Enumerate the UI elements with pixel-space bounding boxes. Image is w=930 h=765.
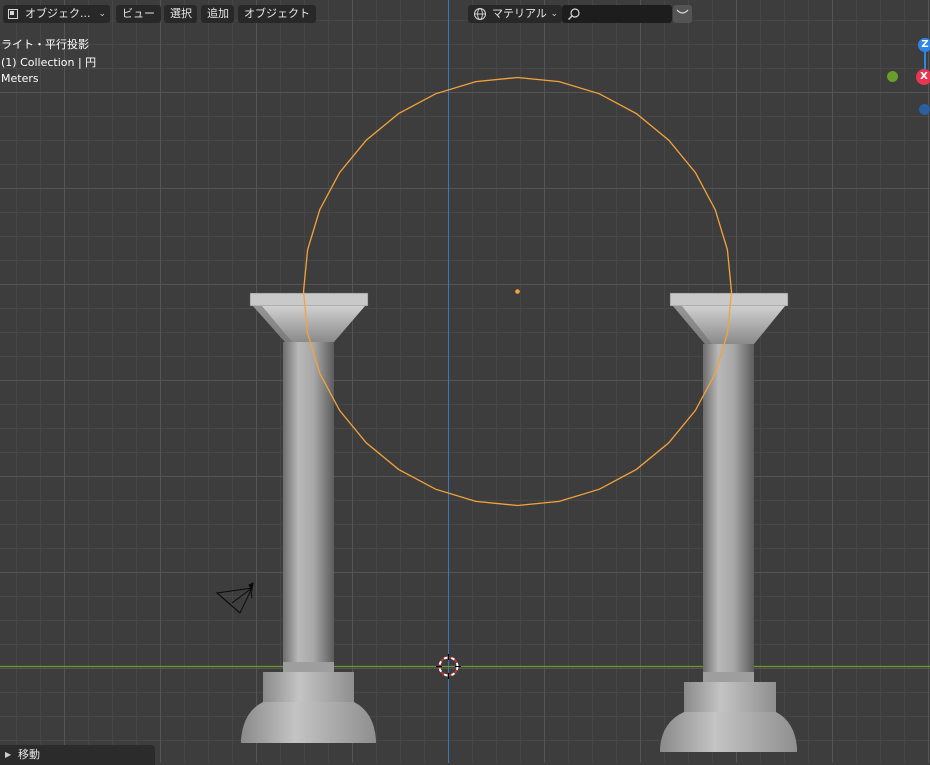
circle-origin-dot — [515, 289, 520, 294]
viewport-scene[interactable] — [0, 0, 930, 763]
3d-viewport[interactable] — [0, 0, 930, 763]
light-object-icon[interactable] — [215, 582, 254, 614]
menu-object[interactable]: オブジェクト — [238, 5, 316, 23]
last-operator-panel[interactable]: ▶ 移動 — [0, 745, 155, 765]
mode-label: オブジェク... — [25, 7, 91, 20]
menu-select[interactable]: 選択 — [164, 5, 197, 23]
search-input[interactable] — [562, 5, 672, 23]
interaction-mode-dropdown[interactable]: オブジェク... ⌄ — [3, 5, 110, 23]
object-mode-icon — [8, 9, 18, 19]
chevron-down-icon: ⌄ — [98, 9, 106, 19]
chevron-down-icon: ⌄ — [550, 9, 558, 19]
menu-add[interactable]: 追加 — [201, 5, 234, 23]
gizmo-y-axis-button[interactable] — [887, 71, 898, 82]
globe-icon — [474, 8, 486, 20]
view-name-text: ライト・平行投影 — [1, 38, 89, 51]
operator-label: 移動 — [18, 748, 40, 761]
gizmo-z-axis-line — [924, 52, 926, 70]
gizmo-x-axis-button[interactable]: X — [916, 69, 930, 85]
units-text: Meters — [1, 72, 39, 85]
chevron-down-icon — [676, 9, 689, 14]
shading-mode-dropdown[interactable]: マテリアル ⌄ — [468, 5, 562, 23]
left-column-object[interactable] — [241, 292, 376, 743]
right-column-object[interactable] — [660, 292, 797, 752]
gizmo-negative-z-button[interactable] — [919, 104, 930, 115]
shading-label: マテリアル — [492, 7, 547, 20]
gizmo-z-axis-button[interactable]: Z — [918, 38, 930, 52]
search-icon — [568, 8, 580, 20]
dropdown-toggle-button[interactable] — [673, 5, 692, 23]
menu-view[interactable]: ビュー — [116, 5, 161, 23]
collection-info-text: (1) Collection | 円 — [1, 56, 97, 69]
expand-triangle-icon: ▶ — [5, 750, 12, 759]
